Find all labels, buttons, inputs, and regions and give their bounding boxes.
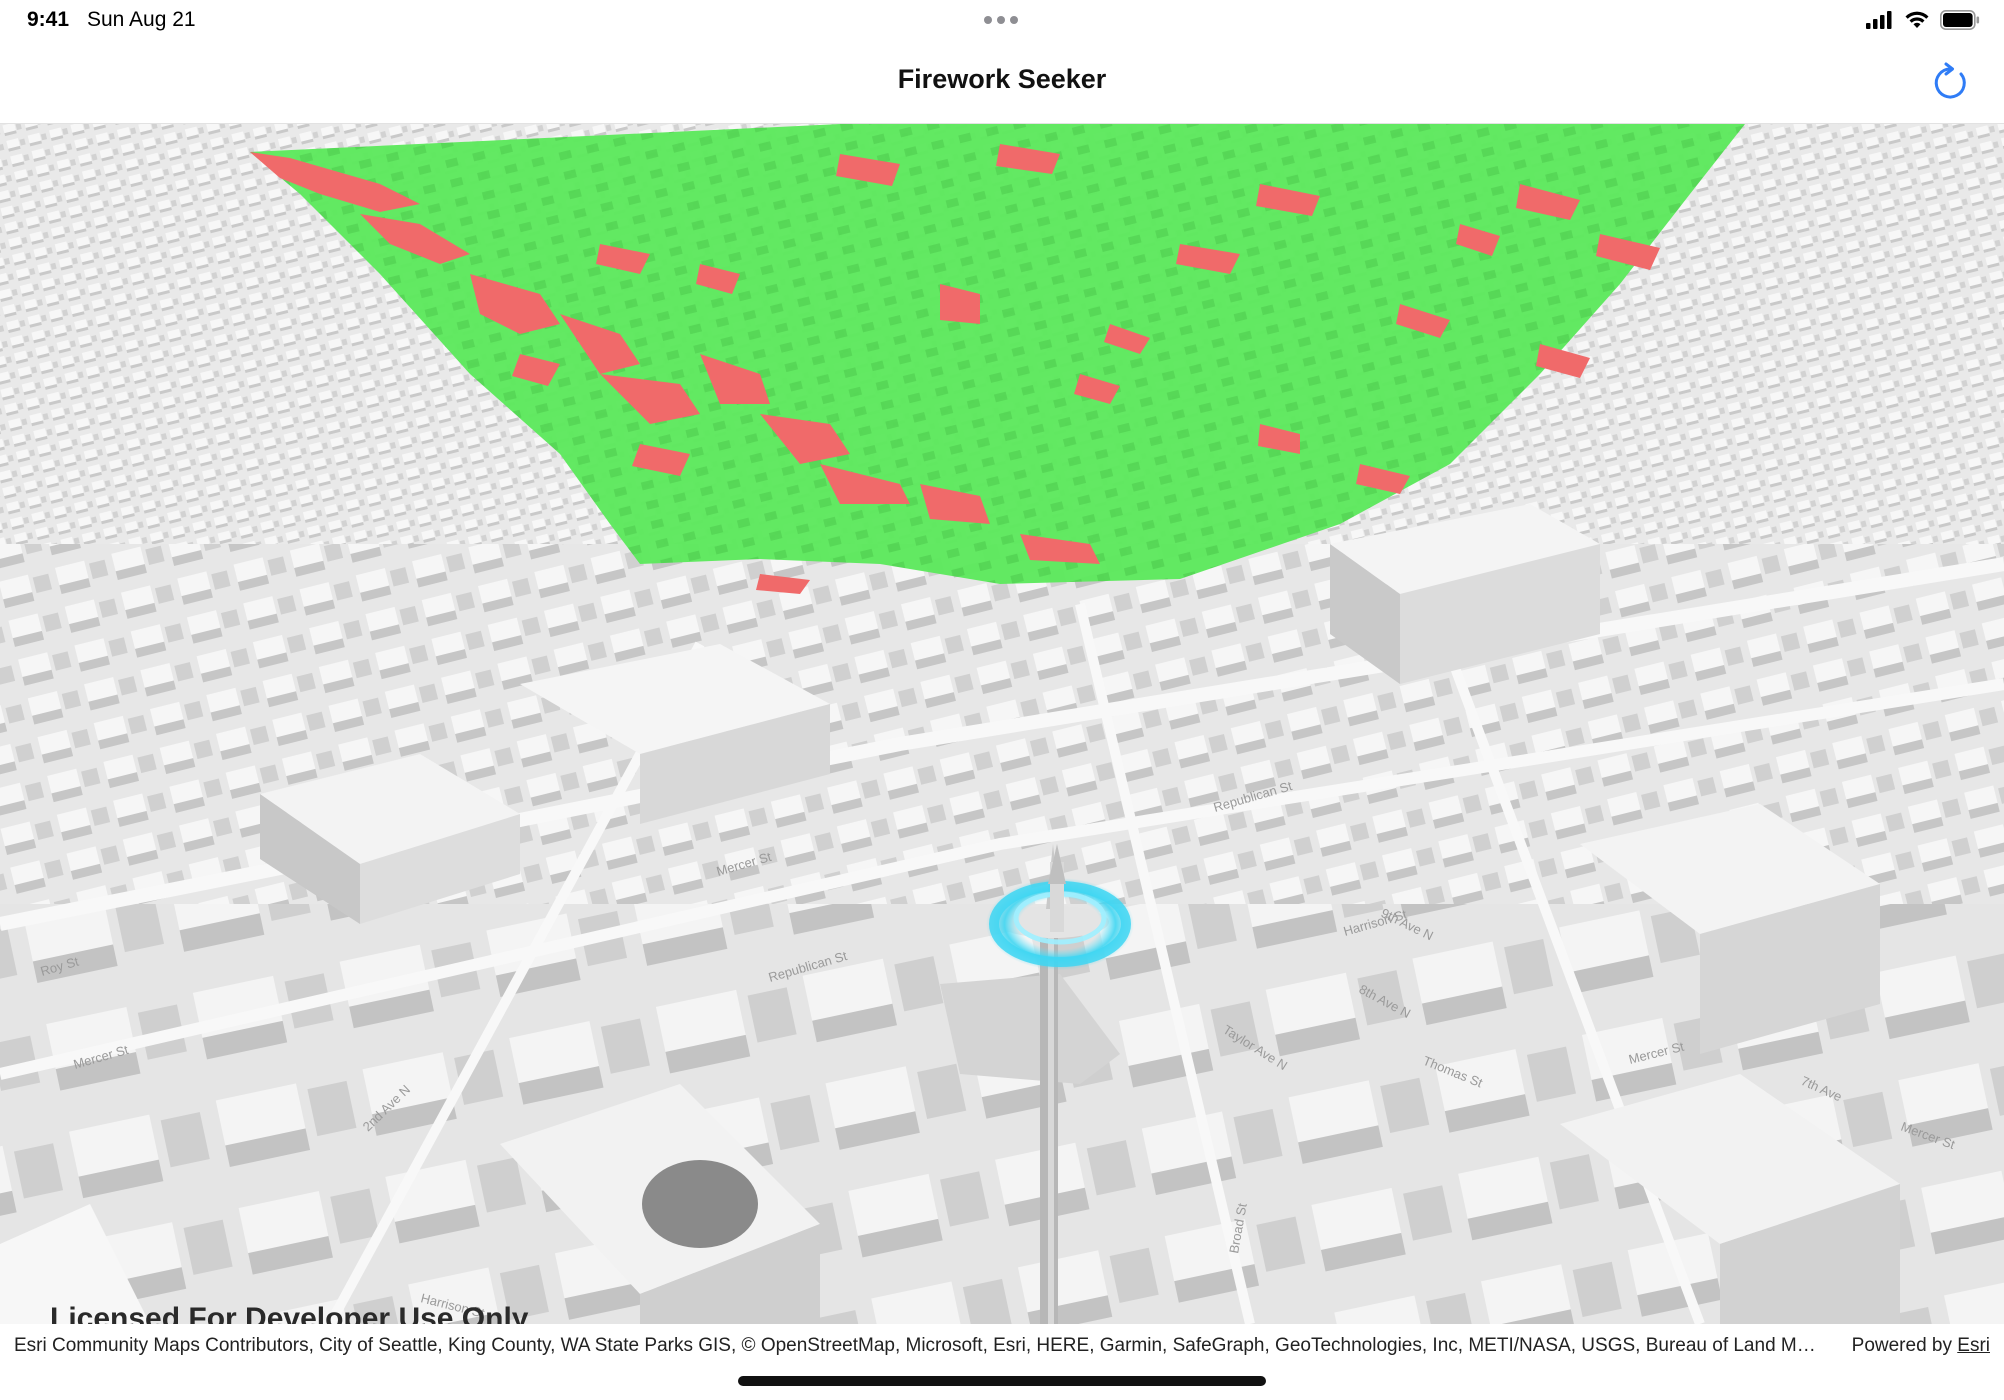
powered-by: Powered by Esri bbox=[1852, 1335, 1990, 1357]
status-date: Sun Aug 21 bbox=[87, 8, 196, 31]
home-indicator[interactable] bbox=[738, 1376, 1266, 1386]
multitasking-dots[interactable] bbox=[984, 16, 1018, 24]
nav-title: Firework Seeker bbox=[897, 64, 1107, 94]
wifi-icon bbox=[1905, 11, 1929, 28]
license-watermark: Licensed For Developer Use Only bbox=[50, 1302, 529, 1324]
refresh-button[interactable] bbox=[1928, 60, 1972, 104]
navigation-bar: Firework Seeker bbox=[0, 40, 2004, 124]
attribution-text[interactable]: Esri Community Maps Contributors, City o… bbox=[14, 1335, 1824, 1357]
status-time: 9:41 bbox=[27, 8, 70, 31]
arrow-clockwise-icon bbox=[1934, 62, 1966, 99]
scene-canvas[interactable]: Mercer St Mercer St Roy St Republican St… bbox=[0, 124, 2004, 1324]
attribution-bar[interactable]: Esri Community Maps Contributors, City o… bbox=[0, 1324, 2004, 1368]
scene-view[interactable]: Mercer St Mercer St Roy St Republican St… bbox=[0, 124, 2004, 1324]
powered-by-label: Powered by bbox=[1851, 1335, 1952, 1356]
battery-icon bbox=[1940, 10, 1980, 30]
cellular-signal-icon bbox=[1866, 11, 1892, 29]
esri-link[interactable]: Esri bbox=[1957, 1335, 1990, 1356]
status-icons bbox=[1866, 10, 1980, 30]
status-bar: 9:41 Sun Aug 21 bbox=[0, 0, 2004, 40]
